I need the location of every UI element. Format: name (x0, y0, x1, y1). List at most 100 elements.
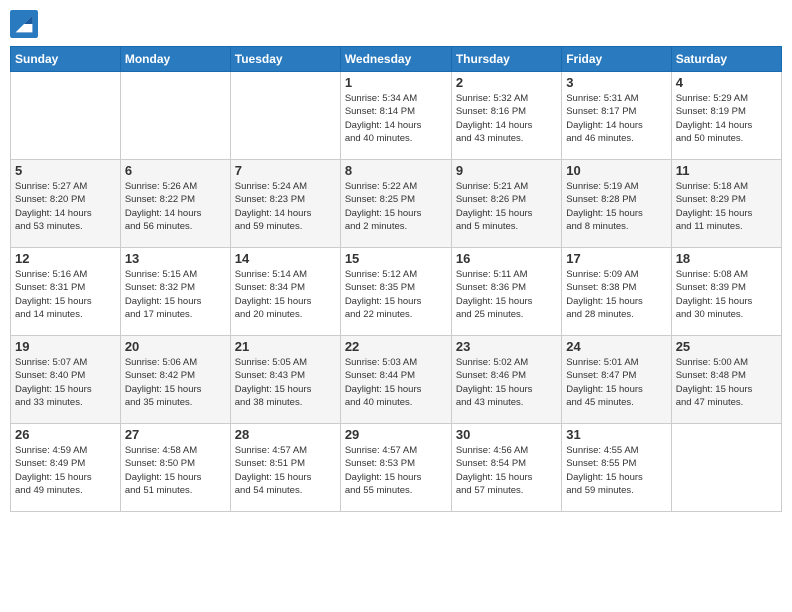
day-number: 2 (456, 75, 557, 90)
calendar-cell: 17 Sunrise: 5:09 AM Sunset: 8:38 PM Dayli… (562, 248, 671, 336)
calendar-week-row: 1 Sunrise: 5:34 AM Sunset: 8:14 PM Daylig… (11, 72, 782, 160)
day-info: Sunrise: 5:27 AM Sunset: 8:20 PM Dayligh… (15, 180, 116, 233)
day-number: 19 (15, 339, 116, 354)
day-number: 3 (566, 75, 666, 90)
day-number: 17 (566, 251, 666, 266)
day-number: 25 (676, 339, 777, 354)
day-number: 8 (345, 163, 447, 178)
day-number: 16 (456, 251, 557, 266)
day-number: 15 (345, 251, 447, 266)
day-number: 31 (566, 427, 666, 442)
day-info: Sunrise: 5:07 AM Sunset: 8:40 PM Dayligh… (15, 356, 116, 409)
calendar-cell: 7Sunrise: 5:24 AM Sunset: 8:23 PM Daylig… (230, 160, 340, 248)
day-number: 22 (345, 339, 447, 354)
day-info: Sunrise: 5:01 AM Sunset: 8:47 PM Dayligh… (566, 356, 666, 409)
logo-icon (10, 10, 38, 38)
page: SundayMondayTuesdayWednesdayThursdayFrid… (0, 0, 792, 612)
day-number: 24 (566, 339, 666, 354)
day-info: Sunrise: 5:08 AM Sunset: 8:39 PM Dayligh… (676, 268, 777, 321)
calendar-cell: 10 Sunrise: 5:19 AM Sunset: 8:28 PM Dayli… (562, 160, 671, 248)
weekday-header-monday: Monday (120, 47, 230, 72)
day-number: 29 (345, 427, 447, 442)
day-info: Sunrise: 5:09 AM Sunset: 8:38 PM Dayligh… (566, 268, 666, 321)
calendar-cell: 15 Sunrise: 5:12 AM Sunset: 8:35 PM Dayli… (340, 248, 451, 336)
calendar-cell: 16 Sunrise: 5:11 AM Sunset: 8:36 PM Dayli… (451, 248, 561, 336)
day-info: Sunrise: 5:29 AM Sunset: 8:19 PM Dayligh… (676, 92, 777, 145)
day-info: Sunrise: 4:56 AM Sunset: 8:54 PM Dayligh… (456, 444, 557, 497)
calendar-cell: 5 Sunrise: 5:27 AM Sunset: 8:20 PM Daylig… (11, 160, 121, 248)
calendar-cell: 23 Sunrise: 5:02 AM Sunset: 8:46 PM Dayli… (451, 336, 561, 424)
calendar-cell: 24 Sunrise: 5:01 AM Sunset: 8:47 PM Dayli… (562, 336, 671, 424)
calendar-cell: 8 Sunrise: 5:22 AM Sunset: 8:25 PM Daylig… (340, 160, 451, 248)
calendar-cell: 31Sunrise: 4:55 AM Sunset: 8:55 PM Dayli… (562, 424, 671, 512)
day-number: 11 (676, 163, 777, 178)
weekday-header-wednesday: Wednesday (340, 47, 451, 72)
day-number: 18 (676, 251, 777, 266)
day-number: 1 (345, 75, 447, 90)
calendar-week-row: 26Sunrise: 4:59 AM Sunset: 8:49 PM Dayli… (11, 424, 782, 512)
calendar-cell (11, 72, 121, 160)
day-number: 14 (235, 251, 336, 266)
calendar-cell (671, 424, 781, 512)
day-info: Sunrise: 4:58 AM Sunset: 8:50 PM Dayligh… (125, 444, 226, 497)
day-number: 12 (15, 251, 116, 266)
day-info: Sunrise: 5:12 AM Sunset: 8:35 PM Dayligh… (345, 268, 447, 321)
day-number: 7 (235, 163, 336, 178)
weekday-header-sunday: Sunday (11, 47, 121, 72)
day-info: Sunrise: 5:06 AM Sunset: 8:42 PM Dayligh… (125, 356, 226, 409)
calendar-week-row: 12Sunrise: 5:16 AM Sunset: 8:31 PM Dayli… (11, 248, 782, 336)
calendar-cell: 11 Sunrise: 5:18 AM Sunset: 8:29 PM Dayli… (671, 160, 781, 248)
calendar-cell: 26Sunrise: 4:59 AM Sunset: 8:49 PM Dayli… (11, 424, 121, 512)
day-number: 27 (125, 427, 226, 442)
day-info: Sunrise: 4:59 AM Sunset: 8:49 PM Dayligh… (15, 444, 116, 497)
calendar-cell: 25 Sunrise: 5:00 AM Sunset: 8:48 PM Dayli… (671, 336, 781, 424)
calendar-cell (120, 72, 230, 160)
calendar-week-row: 5 Sunrise: 5:27 AM Sunset: 8:20 PM Daylig… (11, 160, 782, 248)
day-info: Sunrise: 5:05 AM Sunset: 8:43 PM Dayligh… (235, 356, 336, 409)
calendar-cell: 4 Sunrise: 5:29 AM Sunset: 8:19 PM Daylig… (671, 72, 781, 160)
day-number: 6 (125, 163, 226, 178)
day-number: 13 (125, 251, 226, 266)
calendar-cell: 20 Sunrise: 5:06 AM Sunset: 8:42 PM Dayli… (120, 336, 230, 424)
calendar-week-row: 19 Sunrise: 5:07 AM Sunset: 8:40 PM Dayli… (11, 336, 782, 424)
day-info: Sunrise: 5:11 AM Sunset: 8:36 PM Dayligh… (456, 268, 557, 321)
day-number: 23 (456, 339, 557, 354)
day-number: 10 (566, 163, 666, 178)
day-info: Sunrise: 5:21 AM Sunset: 8:26 PM Dayligh… (456, 180, 557, 233)
calendar-cell: 28Sunrise: 4:57 AM Sunset: 8:51 PM Dayli… (230, 424, 340, 512)
day-info: Sunrise: 5:34 AM Sunset: 8:14 PM Dayligh… (345, 92, 447, 145)
day-info: Sunrise: 4:57 AM Sunset: 8:51 PM Dayligh… (235, 444, 336, 497)
day-info: Sunrise: 5:22 AM Sunset: 8:25 PM Dayligh… (345, 180, 447, 233)
day-info: Sunrise: 5:15 AM Sunset: 8:32 PM Dayligh… (125, 268, 226, 321)
calendar-cell: 3Sunrise: 5:31 AM Sunset: 8:17 PM Daylig… (562, 72, 671, 160)
calendar-cell: 21Sunrise: 5:05 AM Sunset: 8:43 PM Dayli… (230, 336, 340, 424)
calendar-cell: 9 Sunrise: 5:21 AM Sunset: 8:26 PM Daylig… (451, 160, 561, 248)
day-info: Sunrise: 5:03 AM Sunset: 8:44 PM Dayligh… (345, 356, 447, 409)
calendar-cell: 14 Sunrise: 5:14 AM Sunset: 8:34 PM Dayli… (230, 248, 340, 336)
day-info: Sunrise: 5:02 AM Sunset: 8:46 PM Dayligh… (456, 356, 557, 409)
day-info: Sunrise: 5:00 AM Sunset: 8:48 PM Dayligh… (676, 356, 777, 409)
day-info: Sunrise: 5:32 AM Sunset: 8:16 PM Dayligh… (456, 92, 557, 145)
day-info: Sunrise: 5:18 AM Sunset: 8:29 PM Dayligh… (676, 180, 777, 233)
calendar-cell (230, 72, 340, 160)
calendar-cell: 2 Sunrise: 5:32 AM Sunset: 8:16 PM Daylig… (451, 72, 561, 160)
day-number: 20 (125, 339, 226, 354)
day-number: 4 (676, 75, 777, 90)
weekday-header-row: SundayMondayTuesdayWednesdayThursdayFrid… (11, 47, 782, 72)
calendar-cell: 22 Sunrise: 5:03 AM Sunset: 8:44 PM Dayli… (340, 336, 451, 424)
day-info: Sunrise: 5:19 AM Sunset: 8:28 PM Dayligh… (566, 180, 666, 233)
calendar-cell: 1 Sunrise: 5:34 AM Sunset: 8:14 PM Daylig… (340, 72, 451, 160)
calendar-cell: 30Sunrise: 4:56 AM Sunset: 8:54 PM Dayli… (451, 424, 561, 512)
calendar-table: SundayMondayTuesdayWednesdayThursdayFrid… (10, 46, 782, 512)
day-info: Sunrise: 4:57 AM Sunset: 8:53 PM Dayligh… (345, 444, 447, 497)
day-number: 9 (456, 163, 557, 178)
header (10, 10, 782, 38)
calendar-cell: 6Sunrise: 5:26 AM Sunset: 8:22 PM Daylig… (120, 160, 230, 248)
day-number: 5 (15, 163, 116, 178)
weekday-header-friday: Friday (562, 47, 671, 72)
calendar-cell: 13 Sunrise: 5:15 AM Sunset: 8:32 PM Dayli… (120, 248, 230, 336)
calendar-cell: 12Sunrise: 5:16 AM Sunset: 8:31 PM Dayli… (11, 248, 121, 336)
weekday-header-thursday: Thursday (451, 47, 561, 72)
calendar-cell: 29 Sunrise: 4:57 AM Sunset: 8:53 PM Dayli… (340, 424, 451, 512)
day-info: Sunrise: 5:14 AM Sunset: 8:34 PM Dayligh… (235, 268, 336, 321)
